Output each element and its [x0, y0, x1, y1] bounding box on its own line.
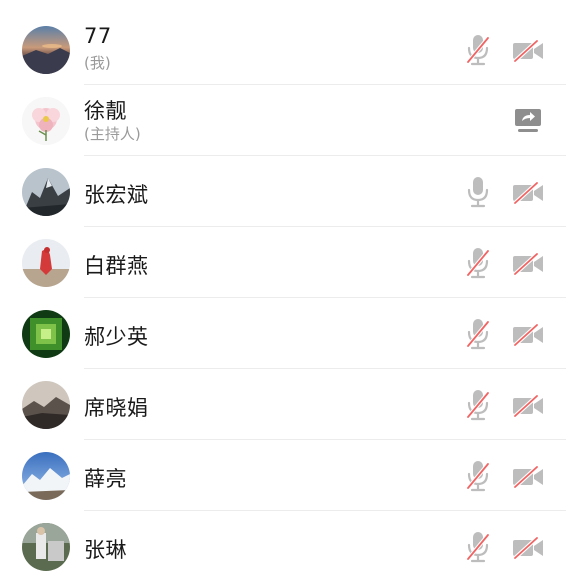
participant-row[interactable]: 席晓娟	[0, 369, 566, 440]
camera-off-icon[interactable]	[512, 253, 544, 275]
microphone-icon[interactable]	[466, 389, 490, 421]
avatar[interactable]	[22, 168, 70, 216]
avatar[interactable]	[22, 97, 70, 145]
participant-list: 77 (我) 徐靓 (主持人) 张宏斌白群燕郝少英席晓娟薛亮张琳	[0, 0, 566, 576]
microphone-icon[interactable]	[466, 34, 490, 66]
screen-share-icon[interactable]	[514, 108, 542, 134]
avatar[interactable]	[22, 26, 70, 74]
avatar[interactable]	[22, 239, 70, 287]
participant-row[interactable]: 张宏斌	[0, 156, 566, 227]
avatar[interactable]	[22, 381, 70, 429]
participant-name: 张宏斌	[84, 183, 149, 207]
microphone-icon[interactable]	[466, 247, 490, 279]
avatar[interactable]	[22, 452, 70, 500]
microphone-icon[interactable]	[466, 176, 490, 208]
microphone-icon[interactable]	[466, 531, 490, 563]
microphone-icon[interactable]	[466, 460, 490, 492]
participant-name: 徐靓	[84, 99, 127, 123]
camera-off-icon[interactable]	[512, 182, 544, 204]
participant-name: 白群燕	[84, 254, 149, 278]
participant-name: 薛亮	[84, 467, 127, 491]
participant-row[interactable]: 77 (我)	[0, 14, 566, 85]
camera-off-icon[interactable]	[512, 466, 544, 488]
participant-role: (主持人)	[84, 125, 141, 143]
participant-role: (我)	[84, 54, 111, 72]
participant-row[interactable]: 张琳	[0, 511, 566, 582]
participant-name: 77	[84, 24, 112, 48]
participant-row[interactable]: 薛亮	[0, 440, 566, 511]
participant-row[interactable]: 白群燕	[0, 227, 566, 298]
participant-name: 张琳	[84, 538, 127, 562]
camera-off-icon[interactable]	[512, 537, 544, 559]
camera-off-icon[interactable]	[512, 40, 544, 62]
avatar[interactable]	[22, 523, 70, 571]
camera-off-icon[interactable]	[512, 324, 544, 346]
microphone-icon[interactable]	[466, 318, 490, 350]
avatar[interactable]	[22, 310, 70, 358]
camera-off-icon[interactable]	[512, 395, 544, 417]
participant-row[interactable]: 郝少英	[0, 298, 566, 369]
participant-name: 郝少英	[84, 325, 149, 349]
participant-name: 席晓娟	[84, 396, 149, 420]
participant-row[interactable]: 徐靓 (主持人)	[0, 85, 566, 156]
